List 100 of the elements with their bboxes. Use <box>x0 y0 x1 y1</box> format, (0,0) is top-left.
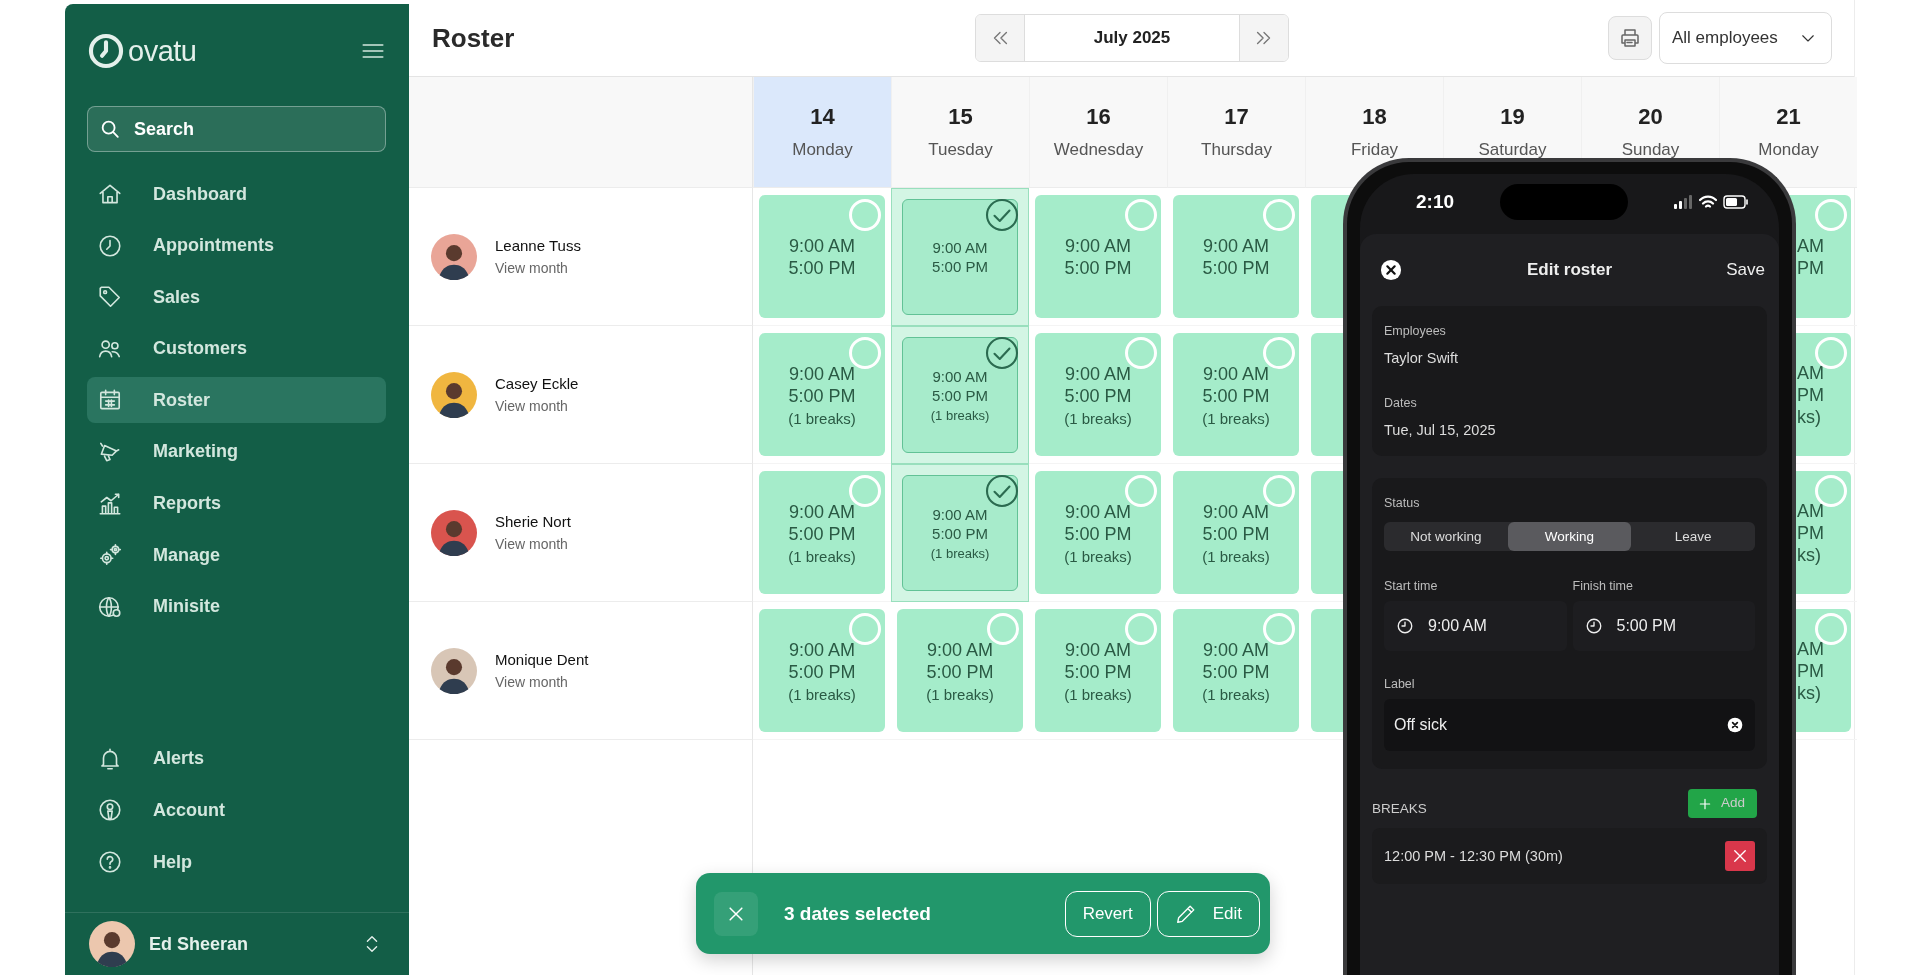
shift-card[interactable]: 9:00 AM 5:00 PM (1 breaks) <box>759 609 885 732</box>
nav-item[interactable]: Marketing <box>87 428 386 475</box>
revert-button[interactable]: Revert <box>1064 890 1151 937</box>
shift-time: AM PM ks) <box>1797 499 1824 566</box>
nav-item[interactable]: Customers <box>87 325 386 372</box>
break-count: (1 breaks) <box>1202 409 1270 427</box>
nav-item[interactable]: Dashboard <box>87 171 386 217</box>
printer-icon <box>1618 26 1642 50</box>
employee-name: Casey Eckle <box>495 375 579 392</box>
time-field[interactable]: 9:00 AM <box>1384 601 1567 651</box>
previous-button[interactable] <box>976 15 1024 61</box>
field-label: Label <box>1384 677 1416 691</box>
signal-icon <box>1673 195 1693 209</box>
select-circle[interactable] <box>849 337 881 369</box>
clear-icon[interactable] <box>1727 717 1743 733</box>
select-circle[interactable] <box>1125 475 1157 507</box>
nav-item[interactable]: Alerts <box>87 735 386 782</box>
nav-item[interactable]: Roster <box>87 377 386 424</box>
select-circle[interactable] <box>1815 199 1847 231</box>
battery-icon <box>1723 195 1749 209</box>
shift-card[interactable]: 9:00 AM 5:00 PM <box>759 195 885 318</box>
select-circle[interactable] <box>1263 337 1295 369</box>
clock-icon <box>1584 617 1603 635</box>
select-circle[interactable] <box>1125 199 1157 231</box>
select-circle[interactable] <box>1263 199 1295 231</box>
shift-card[interactable]: 9:00 AM 5:00 PM (1 breaks) <box>1173 333 1299 456</box>
shift-time: 9:00 AM 5:00 PM <box>1202 362 1270 407</box>
day-number: 17 <box>1224 104 1249 130</box>
shift-card[interactable]: 9:00 AM 5:00 PM (1 breaks) <box>902 337 1018 453</box>
weekday-label: Sunday <box>1621 140 1680 160</box>
nav-item[interactable]: Reports <box>87 480 386 527</box>
nav-item[interactable]: Appointments <box>87 222 386 269</box>
break-count: (1 breaks) <box>1064 685 1132 703</box>
shift-card[interactable]: 9:00 AM 5:00 PM (1 breaks) <box>902 475 1018 591</box>
break-count: (1 breaks) <box>788 409 856 427</box>
shift-time: AM PM ks) <box>1797 361 1824 428</box>
shift-card[interactable]: 9:00 AM 5:00 PM <box>1173 195 1299 318</box>
break-count: (1 breaks) <box>1202 685 1270 703</box>
break-time: 12:00 PM - 12:30 PM (30m) <box>1384 848 1563 864</box>
day-number: 21 <box>1776 104 1801 130</box>
select-circle[interactable] <box>1263 475 1295 507</box>
weekday-label: Wednesday <box>1053 140 1144 160</box>
save-button[interactable]: Save <box>1726 260 1767 280</box>
select-circle[interactable] <box>849 475 881 507</box>
shift-card[interactable]: 9:00 AM 5:00 PM <box>902 199 1018 315</box>
view-month-link[interactable]: View month <box>495 398 579 414</box>
shift-card[interactable]: 9:00 AM 5:00 PM (1 breaks) <box>897 609 1023 732</box>
avatar <box>89 921 135 967</box>
delete-button[interactable] <box>1725 841 1755 871</box>
shift-time: 9:00 AM 5:00 PM <box>1202 500 1270 545</box>
shift-time: 9:00 AM 5:00 PM <box>932 367 988 405</box>
view-month-link[interactable]: View month <box>495 260 581 276</box>
view-month-link[interactable]: View month <box>495 536 571 552</box>
select-circle[interactable] <box>1125 337 1157 369</box>
nav-item[interactable]: Sales <box>87 274 386 321</box>
plus-icon <box>1697 796 1712 811</box>
day-number: 16 <box>1086 104 1111 130</box>
logo-icon <box>87 32 125 70</box>
shift-card[interactable]: 9:00 AM 5:00 PM (1 breaks) <box>1035 471 1161 594</box>
nav-item[interactable]: Help <box>87 839 386 885</box>
shift-time: 9:00 AM 5:00 PM <box>1064 234 1132 279</box>
print-button[interactable] <box>1608 16 1652 60</box>
weekday-label: Friday <box>1350 140 1399 160</box>
nav-item[interactable]: Account <box>87 787 386 834</box>
employee-dropdown[interactable]: All employees <box>1659 12 1832 64</box>
selection-count: 3 dates selected <box>784 902 932 925</box>
weekday-label: Thursday <box>1201 140 1272 160</box>
field-label: Status <box>1384 496 1421 510</box>
view-month-link[interactable]: View month <box>495 674 589 690</box>
shift-card[interactable]: 9:00 AM 5:00 PM (1 breaks) <box>1173 609 1299 732</box>
day-number: 19 <box>1500 104 1525 130</box>
shift-card[interactable]: 9:00 AM 5:00 PM (1 breaks) <box>1035 333 1161 456</box>
select-circle[interactable] <box>849 613 881 645</box>
edit-button[interactable]: Edit <box>1156 890 1260 937</box>
status-option[interactable]: Working <box>1507 522 1632 551</box>
shift-card[interactable]: 9:00 AM 5:00 PM <box>1035 195 1161 318</box>
employee-name: Leanne Tuss <box>495 237 581 254</box>
status-option[interactable]: Not working <box>1384 522 1508 551</box>
shift-card[interactable]: 9:00 AM 5:00 PM (1 breaks) <box>759 333 885 456</box>
nav-item[interactable]: Manage <box>87 532 386 579</box>
select-circle[interactable] <box>1125 613 1157 645</box>
user-menu[interactable]: Ed Sheeran <box>65 912 409 975</box>
day-number: 14 <box>810 104 835 130</box>
shift-time: 9:00 AM 5:00 PM <box>788 362 856 407</box>
status-option[interactable]: Leave <box>1631 522 1755 551</box>
time-field[interactable]: 5:00 PM <box>1572 601 1755 651</box>
field-value: Tue, Jul 15, 2025 <box>1384 422 1497 438</box>
field-label: Start time <box>1384 579 1439 593</box>
select-circle[interactable] <box>849 199 881 231</box>
clock-icon <box>1396 617 1414 635</box>
select-circle[interactable] <box>1263 613 1295 645</box>
label-field[interactable]: Off sick <box>1384 699 1755 751</box>
select-circle[interactable] <box>987 613 1019 645</box>
close-button[interactable] <box>1380 259 1402 281</box>
shift-card[interactable]: 9:00 AM 5:00 PM (1 breaks) <box>1173 471 1299 594</box>
shift-card[interactable]: 9:00 AM 5:00 PM (1 breaks) <box>759 471 885 594</box>
nav-item[interactable]: Minisite <box>87 583 386 630</box>
next-button[interactable] <box>1240 15 1288 61</box>
sheet-title: Edit roster <box>1527 260 1612 280</box>
shift-card[interactable]: 9:00 AM 5:00 PM (1 breaks) <box>1035 609 1161 732</box>
